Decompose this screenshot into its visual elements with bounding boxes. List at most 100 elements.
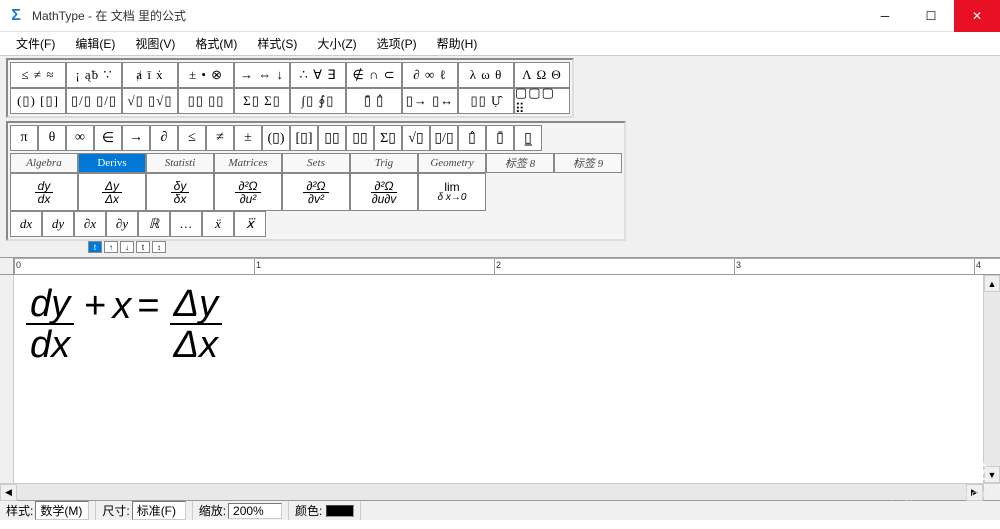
status-zoom[interactable]: 缩放: 200% [193, 501, 289, 520]
tpl-real[interactable]: ℝ [138, 211, 170, 237]
scroll-left-icon[interactable]: ◀ [0, 484, 17, 501]
sym-paren[interactable]: (▯) [262, 125, 290, 151]
tab-matrices[interactable]: Matrices [214, 153, 282, 173]
tpl-dots[interactable]: … [170, 211, 202, 237]
tab-marker-decimal[interactable]: t [136, 241, 150, 253]
sym-inf[interactable]: ∞ [66, 125, 94, 151]
tab-statistic[interactable]: Statisti [146, 153, 214, 173]
palette-greek-low[interactable]: λ ω θ [458, 62, 514, 88]
palette-misc[interactable]: ∂ ∞ ℓ [402, 62, 458, 88]
sym-in[interactable]: ∈ [94, 125, 122, 151]
palette-row-2: (▯) [▯] ▯/▯ ▯/▯ √▯ ▯√▯ ▯▯ ▯▯ Σ▯ Σ▯ ∫▯ ∮▯… [10, 88, 570, 114]
category-tabs: Algebra Derivs Statisti Matrices Sets Tr… [10, 153, 622, 173]
tpl-deltay2[interactable]: δyδx [146, 173, 214, 211]
equation-editor[interactable]: dy dx + x = Δy Δx [14, 275, 983, 483]
palette-set[interactable]: ∉ ∩ ⊂ [346, 62, 402, 88]
template-row-small: dx dy ∂x ∂y ℝ … ẍ x⃛ [10, 211, 622, 237]
palette-relations[interactable]: ≤ ≠ ≈ [10, 62, 66, 88]
status-color[interactable]: 颜色: [289, 501, 361, 520]
status-style-value: 数学(M) [35, 501, 89, 520]
sym-hat[interactable]: ▯̂ [458, 125, 486, 151]
tpl-deltay[interactable]: ΔyΔx [78, 173, 146, 211]
close-button[interactable]: ✕ [954, 0, 1000, 32]
vertical-scrollbar[interactable]: ▲ ▼ [983, 275, 1000, 483]
palette-logical[interactable]: ∴ ∀ ∃ [290, 62, 346, 88]
status-size[interactable]: 尺寸: 标准(F) [96, 501, 192, 520]
tpl-px[interactable]: ∂x [74, 211, 106, 237]
tab-marker-bar[interactable]: ↕ [152, 241, 166, 253]
sym-frac[interactable]: ▯/▯ [430, 125, 458, 151]
tpl-dy[interactable]: dy [42, 211, 74, 237]
tpl-xdd[interactable]: ẍ [202, 211, 234, 237]
menu-format[interactable]: 格式(M) [185, 33, 247, 54]
tab-algebra[interactable]: Algebra [10, 153, 78, 173]
palette-arrows2[interactable]: ▯→ ▯↔ [402, 88, 458, 114]
scroll-track[interactable] [984, 292, 1000, 466]
tab-marker-left[interactable]: t [88, 241, 102, 253]
palette-radicals[interactable]: √▯ ▯√▯ [122, 88, 178, 114]
tpl-dx[interactable]: dx [10, 211, 42, 237]
palette-fences[interactable]: (▯) [▯] [10, 88, 66, 114]
palette-products[interactable]: ▯▯ Ụ̂ [458, 88, 514, 114]
palette-matrices[interactable]: ▢▢▢ ⠿ [514, 88, 570, 114]
tab-8[interactable]: 标签 8 [486, 153, 554, 173]
sym-bar[interactable]: ▯̄ [486, 125, 514, 151]
sym-arrow[interactable]: → [122, 125, 150, 151]
sym-le[interactable]: ≤ [178, 125, 206, 151]
status-zoom-value: 200% [228, 503, 282, 519]
tpl-lim[interactable]: limδ x→0 [418, 173, 486, 211]
tpl-d2v[interactable]: ∂²Ω∂v² [282, 173, 350, 211]
tpl-d2u[interactable]: ∂²Ω∂u² [214, 173, 282, 211]
ruler[interactable]: 0 1 2 3 4 [14, 258, 1000, 274]
status-style[interactable]: 样式: 数学(M) [0, 501, 96, 520]
tpl-xddd[interactable]: x⃛ [234, 211, 266, 237]
palette-arrows[interactable]: → ⇔ ↓ [234, 62, 290, 88]
palette-subsup[interactable]: ▯▯ ▯▯ [178, 88, 234, 114]
palette-embellish[interactable]: ⱥ ī ẋ [122, 62, 178, 88]
sym-theta[interactable]: θ [38, 125, 66, 151]
ruler-gutter [0, 258, 14, 274]
sym-sub[interactable]: ▯▯ [318, 125, 346, 151]
tpl-py[interactable]: ∂y [106, 211, 138, 237]
tab-marker-right[interactable]: ↓ [120, 241, 134, 253]
scroll-hor-track[interactable] [17, 484, 966, 500]
sym-pi[interactable]: π [10, 125, 38, 151]
tab-sets[interactable]: Sets [282, 153, 350, 173]
palette-sums[interactable]: Σ▯ Σ▯ [234, 88, 290, 114]
menu-view[interactable]: 视图(V) [125, 33, 185, 54]
tab-trig[interactable]: Trig [350, 153, 418, 173]
sym-pm[interactable]: ± [234, 125, 262, 151]
tpl-d2uv[interactable]: ∂²Ω∂u∂v [350, 173, 418, 211]
menu-options[interactable]: 选项(P) [367, 33, 427, 54]
palette-operators[interactable]: ± • ⊗ [178, 62, 234, 88]
tpl-dydx[interactable]: dydx [10, 173, 78, 211]
sym-sum[interactable]: Σ▯ [374, 125, 402, 151]
scroll-up-icon[interactable]: ▲ [984, 275, 1000, 292]
sym-under[interactable]: ▯̲ [514, 125, 542, 151]
menu-style[interactable]: 样式(S) [247, 33, 307, 54]
sym-brack[interactable]: [▯] [290, 125, 318, 151]
tab-marker-center[interactable]: ↑ [104, 241, 118, 253]
menu-file[interactable]: 文件(F) [6, 33, 65, 54]
palette-row-1: ≤ ≠ ≈ ¡ ąƀ ∵ ⱥ ī ẋ ± • ⊗ → ⇔ ↓ ∴ ∀ ∃ ∉ ∩… [10, 62, 570, 88]
sym-ne[interactable]: ≠ [206, 125, 234, 151]
minimize-button[interactable]: ─ [862, 0, 908, 32]
menu-edit[interactable]: 编辑(E) [65, 33, 125, 54]
palette-spaces[interactable]: ¡ ąƀ ∵ [66, 62, 122, 88]
palette-bars[interactable]: ▯̄ ▯̂ [346, 88, 402, 114]
horizontal-scrollbar[interactable]: ◀ ▶ [0, 483, 1000, 500]
sym-sup[interactable]: ▯▯ [346, 125, 374, 151]
tab-9[interactable]: 标签 9 [554, 153, 622, 173]
maximize-button[interactable]: ☐ [908, 0, 954, 32]
menu-help[interactable]: 帮助(H) [427, 33, 488, 54]
sym-sqrt[interactable]: √▯ [402, 125, 430, 151]
palette-integrals[interactable]: ∫▯ ∮▯ [290, 88, 346, 114]
palette-fractions[interactable]: ▯/▯ ▯/▯ [66, 88, 122, 114]
tab-geometry[interactable]: Geometry [418, 153, 486, 173]
edit-gutter [0, 275, 14, 483]
tab-derivs[interactable]: Derivs [78, 153, 146, 173]
sym-partial[interactable]: ∂ [150, 125, 178, 151]
scroll-right-icon[interactable]: ▶ [966, 484, 983, 501]
scroll-down-icon[interactable]: ▼ [984, 466, 1000, 483]
menu-size[interactable]: 大小(Z) [307, 33, 366, 54]
